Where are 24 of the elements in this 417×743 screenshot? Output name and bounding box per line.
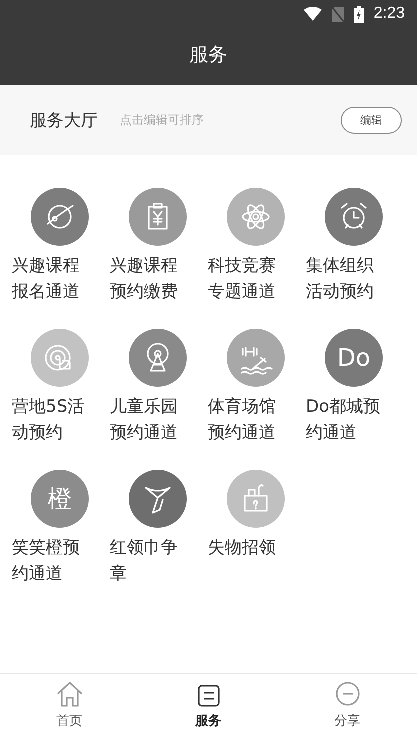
edit-button[interactable]: 编辑 [341,106,402,134]
service-label[interactable]: 科技竞赛 专题通道 [208,253,276,305]
service-label[interactable]: 营地5S活 动预约 [12,394,85,446]
wifi-icon [304,7,322,21]
service-label[interactable]: 体育场馆 预约通道 [208,394,276,446]
service-label[interactable]: 兴趣课程 预约缴费 [110,253,178,305]
nav-tab[interactable]: 首页 [30,674,110,743]
service-label[interactable]: 集体组织 活动预约 [306,253,374,305]
home-icon [54,680,84,708]
page-title: 服务 [188,43,228,68]
section-title: 服务大厅 [30,110,98,132]
nav-tab[interactable]: 服务 [168,674,248,743]
service-label[interactable]: 失物招领 [208,535,276,561]
service-label[interactable]: Do都城预 约通道 [306,394,380,446]
service-badge[interactable]: Do [325,329,383,387]
battery-charging-icon [354,6,364,22]
nav-tab[interactable]: 分享 [308,674,388,743]
service-label[interactable]: 儿童乐园 预约通道 [110,394,178,446]
no-sim-icon [332,6,344,22]
service-label[interactable]: 红领巾争 章 [110,535,178,587]
service-label[interactable]: 笑笑橙预 约通道 [12,535,80,587]
clock-time: 2:23 [374,5,405,23]
sort-hint: 点击编辑可排序 [120,112,205,128]
service-label[interactable]: 兴趣课程 报名通道 [12,253,80,305]
